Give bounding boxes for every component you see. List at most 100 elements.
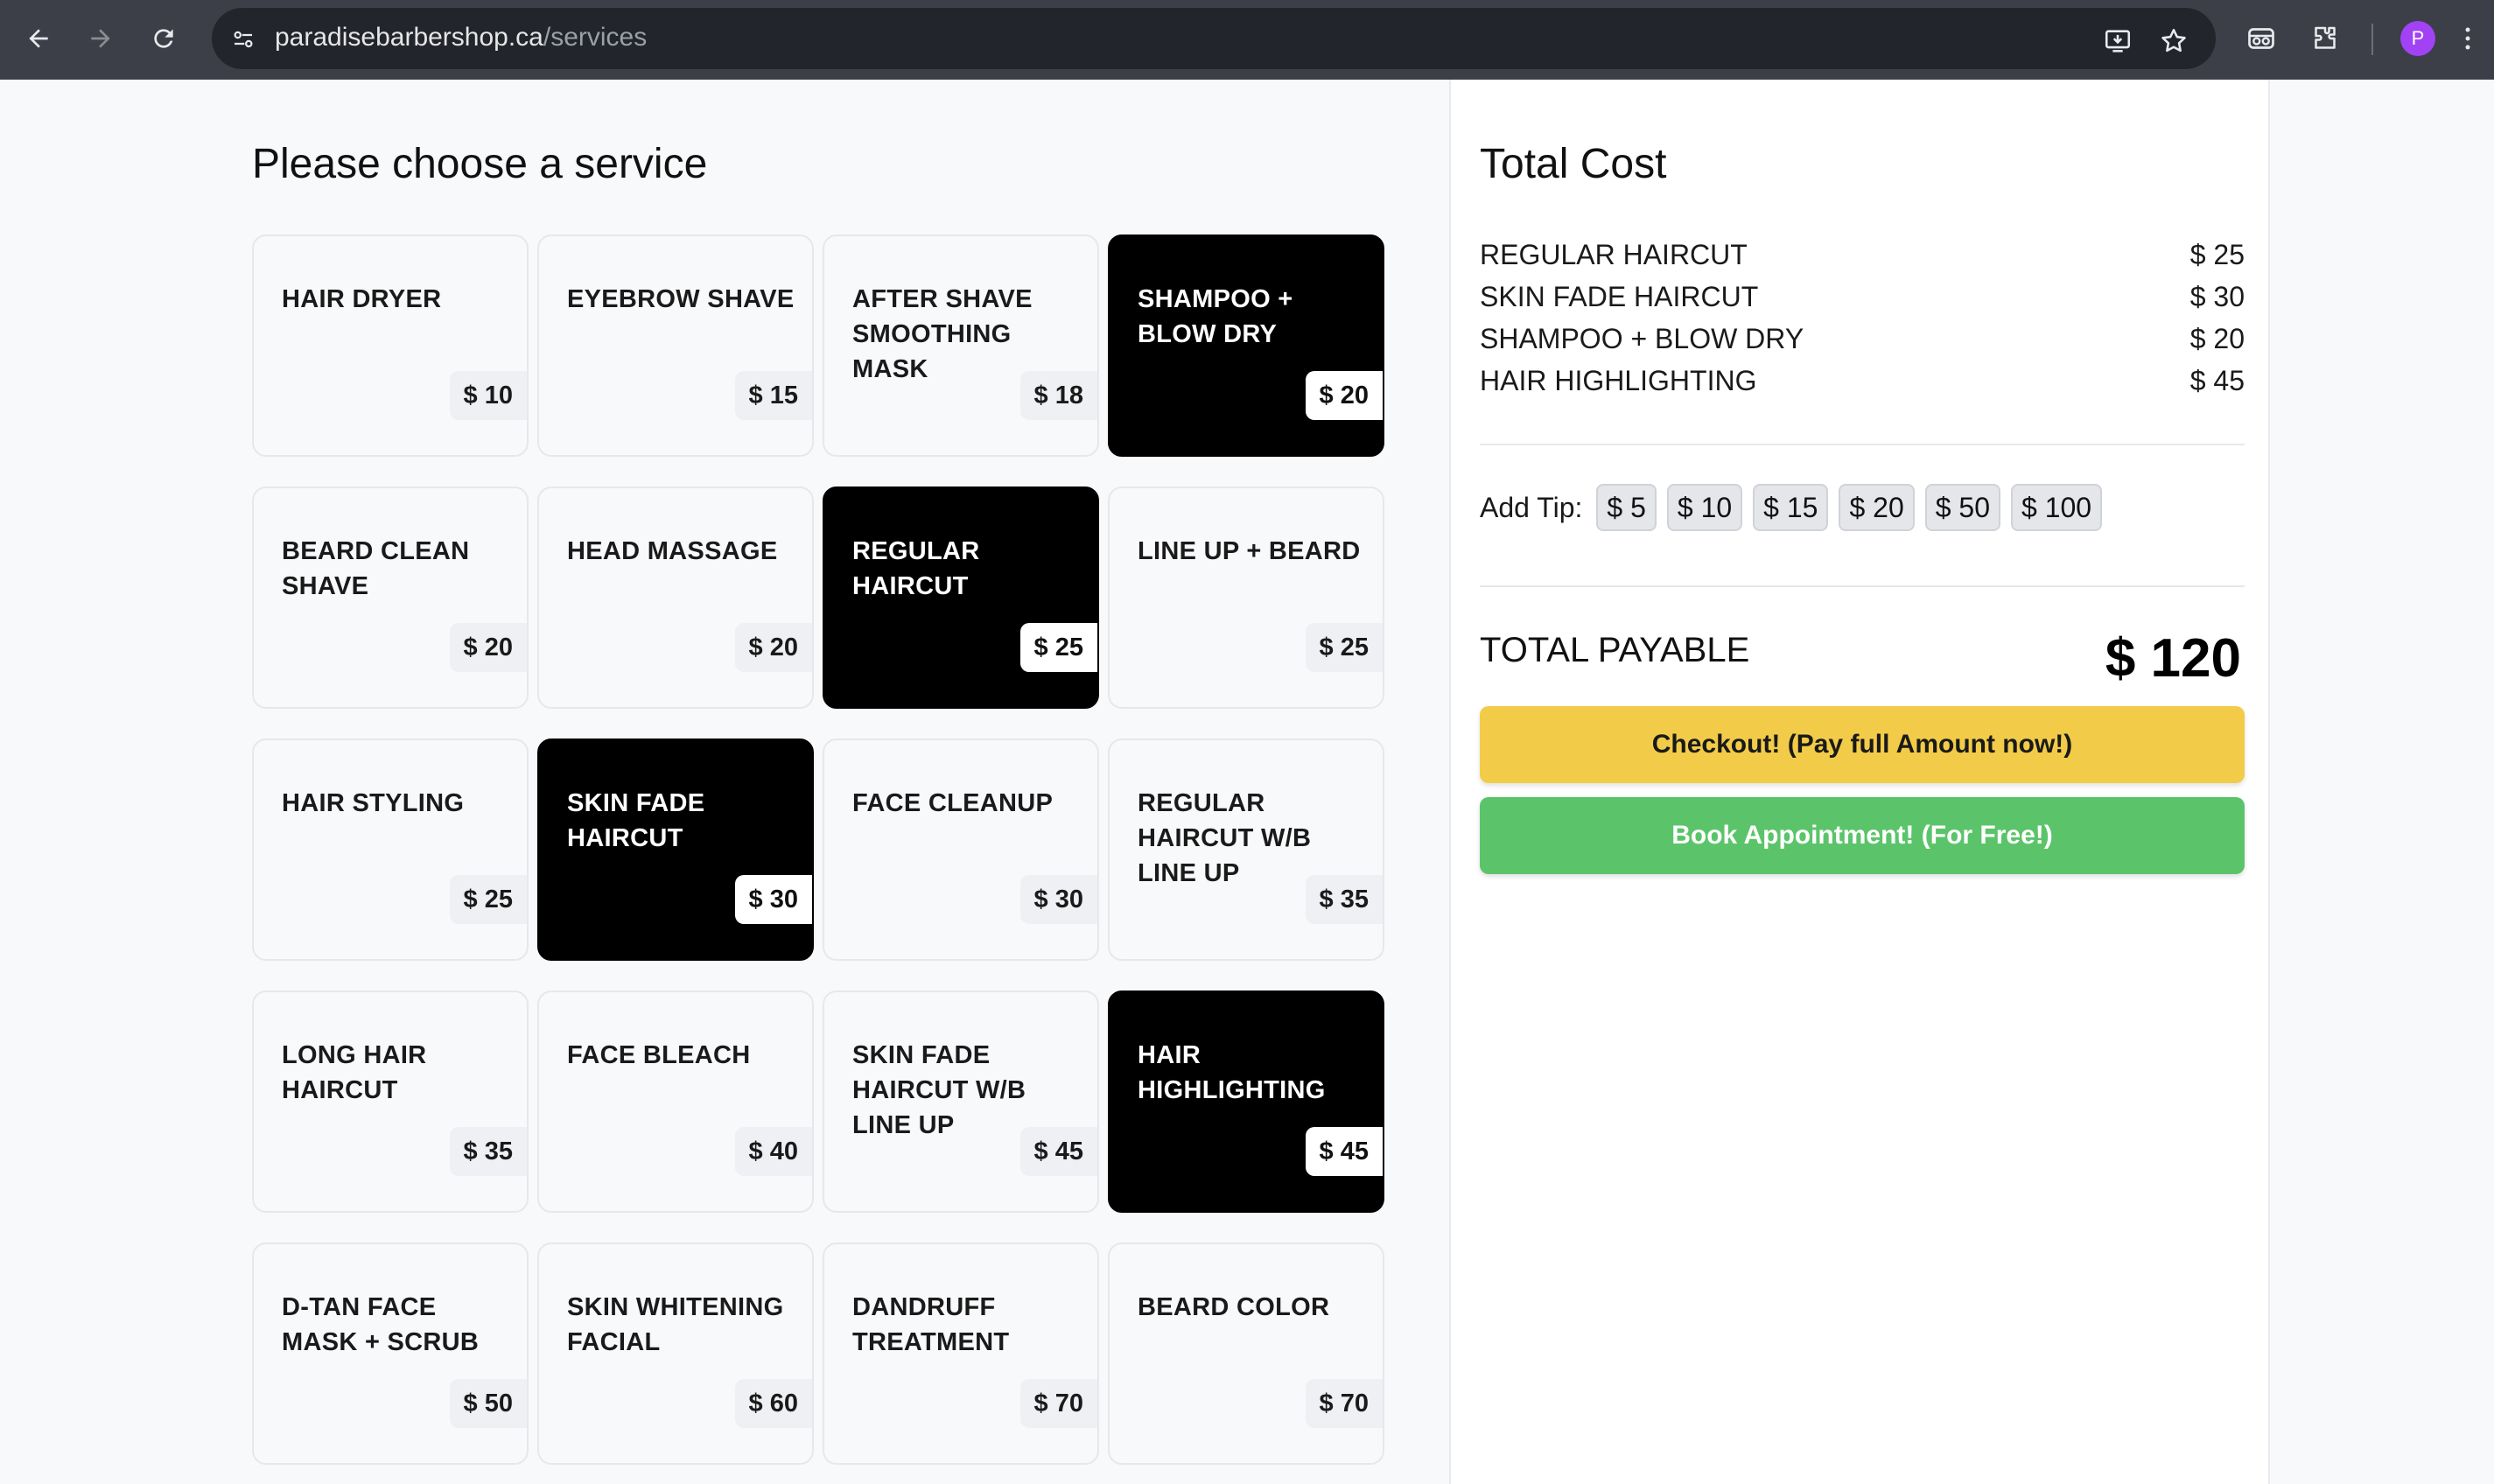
service-price-badge: $ 20 [1305,371,1383,420]
service-name: BEARD CLEAN SHAVE [282,537,470,600]
service-price-badge: $ 30 [734,875,812,924]
line-item: REGULAR HAIRCUT $ 25 [1480,234,2245,276]
checkout-button[interactable]: Checkout! (Pay full Amount now!) [1480,706,2245,783]
service-price-badge: $ 35 [1305,875,1383,924]
service-price-badge: $ 25 [1019,623,1097,672]
service-card[interactable]: REGULAR HAIRCUT $ 25 [823,486,1099,709]
line-item: SHAMPOO + BLOW DRY $ 20 [1480,318,2245,360]
line-item: HAIR HIGHLIGHTING $ 45 [1480,360,2245,402]
tip-option-button[interactable]: $ 50 [1924,484,2001,531]
service-card[interactable]: BEARD COLOR $ 70 [1108,1242,1384,1465]
service-name: FACE CLEANUP [852,789,1054,817]
service-grid: HAIR DRYER $ 10 EYEBROW SHAVE $ 15 AFTER SHA… [252,234,1384,1465]
service-card[interactable]: FACE CLEANUP $ 30 [823,738,1099,961]
service-card[interactable]: SKIN FADE HAIRCUT $ 30 [537,738,814,961]
service-card[interactable]: EYEBROW SHAVE $ 15 [537,234,814,457]
line-item-name: SKIN FADE HAIRCUT [1480,281,1759,312]
service-price-badge: $ 20 [449,623,527,672]
browser-toolbar: paradisebarbershop.ca/services P [0,0,2494,80]
install-app-icon[interactable] [2102,25,2133,57]
line-item-name: REGULAR HAIRCUT [1480,239,1748,270]
line-item-price: $ 45 [2189,365,2245,396]
service-card[interactable]: SHAMPOO + BLOW DRY $ 20 [1108,234,1384,457]
service-card[interactable]: SKIN WHITENING FACIAL $ 60 [537,1242,814,1465]
service-name: REGULAR HAIRCUT [852,537,980,600]
service-name: D-TAN FACE MASK + SCRUB [282,1293,480,1356]
service-price-badge: $ 20 [734,623,812,672]
service-name: SKIN WHITENING FACIAL [567,1293,784,1356]
tip-option-button[interactable]: $ 15 [1753,484,1829,531]
site-info-icon[interactable] [226,22,261,57]
divider [1480,444,2245,445]
incognito-icon[interactable] [2244,21,2279,56]
line-item-price: $ 25 [2189,239,2245,270]
url-domain: paradisebarbershop.ca [275,23,543,52]
total-payable-value: $ 120 [2105,628,2241,689]
service-card[interactable]: HAIR STYLING $ 25 [252,738,529,961]
service-card[interactable]: FACE BLEACH $ 40 [537,990,814,1213]
url-path: /services [543,23,648,52]
service-price-badge: $ 15 [734,371,812,420]
arrow-right-icon [91,29,110,48]
browser-menu-icon[interactable] [2457,21,2478,56]
page-title: Please choose a service [252,141,708,187]
tip-option-button[interactable]: $ 20 [1839,484,1915,531]
book-appointment-button[interactable]: Book Appointment! (For Free!) [1480,797,2245,874]
line-item-name: SHAMPOO + BLOW DRY [1480,323,1804,354]
service-price-badge: $ 10 [449,371,527,420]
service-name: HAIR HIGHLIGHTING [1138,1041,1326,1104]
service-name: DANDRUFF TREATMENT [852,1293,1010,1356]
tip-option-button[interactable]: $ 10 [1666,484,1743,531]
service-card[interactable]: D-TAN FACE MASK + SCRUB $ 50 [252,1242,529,1465]
back-button[interactable] [19,19,58,58]
service-name: LINE UP + BEARD [1138,537,1361,565]
reload-icon [154,29,173,48]
service-card[interactable]: HAIR HIGHLIGHTING $ 45 [1108,990,1384,1213]
service-price-badge: $ 45 [1019,1127,1097,1176]
line-item: SKIN FADE HAIRCUT $ 30 [1480,276,2245,318]
service-card[interactable]: HEAD MASSAGE $ 20 [537,486,814,709]
tip-row: Add Tip: $ 5 $ 10 $ 15 $ 20 $ 50 $ 100 [1480,484,2112,531]
service-price-badge: $ 45 [1305,1127,1383,1176]
line-item-price: $ 20 [2189,323,2245,354]
service-price-badge: $ 35 [449,1127,527,1176]
tip-option-button[interactable]: $ 5 [1596,484,1657,531]
arrow-left-icon [29,29,48,48]
reload-button[interactable] [144,19,183,58]
service-name: SHAMPOO + BLOW DRY [1138,285,1293,348]
service-card[interactable]: LINE UP + BEARD $ 25 [1108,486,1384,709]
line-item-price: $ 30 [2189,281,2245,312]
service-card[interactable]: HAIR DRYER $ 10 [252,234,529,457]
service-name: HEAD MASSAGE [567,537,778,565]
service-card[interactable]: BEARD CLEAN SHAVE $ 20 [252,486,529,709]
url-text: paradisebarbershop.ca/services [275,23,647,52]
service-name: FACE BLEACH [567,1041,751,1069]
service-price-badge: $ 40 [734,1127,812,1176]
total-cost-panel: Total Cost REGULAR HAIRCUT $ 25 SKIN FADE … [1449,80,2270,1484]
service-name: LONG HAIR HAIRCUT [282,1041,427,1104]
service-price-badge: $ 70 [1019,1379,1097,1428]
service-price-badge: $ 50 [449,1379,527,1428]
service-price-badge: $ 70 [1305,1379,1383,1428]
forward-button[interactable] [81,19,120,58]
service-card[interactable]: LONG HAIR HAIRCUT $ 35 [252,990,529,1213]
address-bar[interactable]: paradisebarbershop.ca/services [212,8,2216,69]
toolbar-divider [2371,24,2373,55]
line-item-name: HAIR HIGHLIGHTING [1480,365,1757,396]
service-card[interactable]: SKIN FADE HAIRCUT W/B LINE UP $ 45 [823,990,1099,1213]
line-items-list: REGULAR HAIRCUT $ 25 SKIN FADE HAIRCUT $ 30… [1480,234,2245,402]
service-card[interactable]: REGULAR HAIRCUT W/B LINE UP $ 35 [1108,738,1384,961]
service-card[interactable]: AFTER SHAVE SMOOTHING MASK $ 18 [823,234,1099,457]
tip-label: Add Tip: [1480,491,1583,523]
service-price-badge: $ 25 [449,875,527,924]
tip-option-button[interactable]: $ 100 [2011,484,2103,531]
service-card[interactable]: DANDRUFF TREATMENT $ 70 [823,1242,1099,1465]
bookmark-star-icon[interactable] [2158,25,2189,57]
divider [1480,585,2245,587]
profile-avatar[interactable]: P [2400,21,2435,56]
summary-title: Total Cost [1480,141,1667,187]
service-name: BEARD COLOR [1138,1293,1330,1321]
extensions-puzzle-icon[interactable] [2308,21,2343,56]
service-price-badge: $ 30 [1019,875,1097,924]
service-price-badge: $ 60 [734,1379,812,1428]
